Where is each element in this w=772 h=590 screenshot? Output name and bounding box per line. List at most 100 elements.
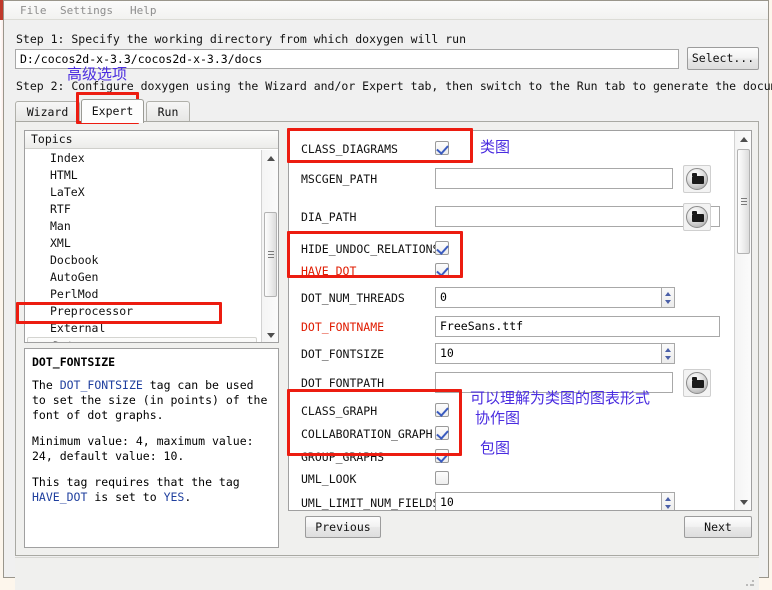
next-button[interactable]: Next xyxy=(684,516,752,538)
spinner-dot-fontsize[interactable] xyxy=(661,343,675,364)
doxywizard-window: File Settings Help Step 1: Specify the w… xyxy=(3,0,772,590)
status-bar xyxy=(15,557,759,590)
topic-item[interactable]: RTF xyxy=(25,201,262,218)
topic-item[interactable]: Docbook xyxy=(25,252,262,269)
setting-row-uml-limit-num-fields: UML_LIMIT_NUM_FIELDS 10 xyxy=(289,489,735,510)
topic-item[interactable]: XML xyxy=(25,235,262,252)
annotation-class-diagram: 类图 xyxy=(480,138,511,156)
spinner-uml-limit-num-fields[interactable] xyxy=(661,492,675,510)
select-directory-button[interactable]: Select... xyxy=(687,47,759,70)
setting-label: CLASS_DIAGRAMS xyxy=(301,142,398,156)
folder-icon xyxy=(686,206,708,228)
annotation-advanced-options: 高级选项 xyxy=(67,65,128,83)
help-p1-keyword: DOT_FONTSIZE xyxy=(59,378,143,392)
spinner-up-icon xyxy=(665,497,671,501)
input-uml-limit-num-fields[interactable]: 10 xyxy=(435,492,674,510)
topic-item[interactable]: PerlMod xyxy=(25,286,262,303)
browse-mscgen-path-button[interactable] xyxy=(683,165,711,193)
setting-row-dot-fontsize: DOT_FONTSIZE 10 xyxy=(289,340,735,368)
setting-row-group-graphs: GROUP_GRAPHS xyxy=(289,447,735,468)
window-content: Step 1: Specify the working directory fr… xyxy=(4,20,772,590)
input-dot-fontsize[interactable]: 10 xyxy=(435,343,674,364)
topic-item[interactable]: Man xyxy=(25,218,262,235)
setting-label: DOT_FONTSIZE xyxy=(301,347,385,361)
spinner-up-icon xyxy=(665,348,671,352)
checkbox-collaboration-graph[interactable] xyxy=(435,426,449,440)
topic-item[interactable]: LaTeX xyxy=(25,184,262,201)
setting-label-modified: DOT_FONTNAME xyxy=(301,320,385,334)
folder-icon xyxy=(686,372,708,394)
step2-label: Step 2: Configure doxygen using the Wiza… xyxy=(16,79,772,93)
scroll-down-icon[interactable] xyxy=(735,494,751,510)
tab-wizard[interactable]: Wizard xyxy=(15,101,80,122)
setting-row-mscgen-path: MSCGEN_PATH xyxy=(289,165,735,193)
menu-settings[interactable]: Settings xyxy=(56,4,117,18)
help-p1-a: The xyxy=(32,378,60,392)
annotation-package-graph: 包图 xyxy=(480,439,511,457)
input-dot-fontname[interactable]: FreeSans.ttf xyxy=(435,316,720,337)
setting-label: HIDE_UNDOC_RELATIONS xyxy=(301,242,440,256)
resize-grip-icon[interactable] xyxy=(745,577,755,587)
previous-button[interactable]: Previous xyxy=(305,516,381,538)
topic-item[interactable]: Preprocessor xyxy=(25,303,262,320)
topic-item[interactable]: External xyxy=(25,320,262,337)
help-p3-keyword: HAVE_DOT xyxy=(32,490,88,504)
checkbox-hide-undoc-relations[interactable] xyxy=(435,241,449,255)
expert-tab-panel: Topics Index HTML LaTeX RTF Man XML Docb… xyxy=(15,121,759,556)
topic-item[interactable]: AutoGen xyxy=(25,269,262,286)
tab-run[interactable]: Run xyxy=(146,101,190,122)
checkbox-class-graph[interactable] xyxy=(435,403,449,417)
browse-dia-path-button[interactable] xyxy=(683,203,711,231)
help-paragraph-2: Minimum value: 4, maximum value: 24, def… xyxy=(32,434,254,463)
checkbox-uml-look[interactable] xyxy=(435,471,449,485)
topic-item[interactable]: HTML xyxy=(25,167,262,184)
menu-file[interactable]: File xyxy=(16,4,51,18)
help-paragraph-3: This tag requires that the tag HAVE_DOT … xyxy=(32,475,271,505)
help-p3-keyword2: YES xyxy=(163,490,185,504)
scroll-up-icon[interactable] xyxy=(735,131,751,147)
setting-label: MSCGEN_PATH xyxy=(301,172,378,186)
setting-row-class-diagrams: CLASS_DIAGRAMS xyxy=(289,135,735,163)
input-mscgen-path[interactable] xyxy=(435,168,673,189)
annotation-collaboration-desc: 可以理解为类图的图表形式 xyxy=(470,389,651,407)
setting-label-modified: HAVE_DOT xyxy=(301,264,357,278)
setting-row-dot-num-threads: DOT_NUM_THREADS 0 xyxy=(289,284,735,312)
spinner-down-icon xyxy=(665,505,671,509)
menu-help[interactable]: Help xyxy=(126,4,161,18)
topics-list[interactable]: Index HTML LaTeX RTF Man XML Docbook Aut… xyxy=(25,150,262,342)
checkbox-group-graphs[interactable] xyxy=(435,449,449,463)
scroll-up-icon[interactable] xyxy=(262,150,278,166)
topic-item-dot[interactable]: Dot xyxy=(27,337,257,342)
setting-label: CLASS_GRAPH xyxy=(301,404,378,418)
topic-item[interactable]: Index xyxy=(25,150,262,167)
menu-bar: File Settings Help xyxy=(4,1,768,20)
checkbox-class-diagrams[interactable] xyxy=(435,141,449,155)
setting-label: UML_LOOK xyxy=(301,472,357,486)
input-dia-path[interactable] xyxy=(435,206,720,227)
browse-dot-fontpath-button[interactable] xyxy=(683,369,711,397)
spinner-dot-num-threads[interactable] xyxy=(661,287,675,308)
step1-label: Step 1: Specify the working directory fr… xyxy=(16,32,467,46)
checkbox-have-dot[interactable] xyxy=(435,263,449,277)
settings-scroll-thumb[interactable] xyxy=(737,149,750,254)
scroll-down-icon[interactable] xyxy=(262,327,278,342)
setting-row-dia-path: DIA_PATH xyxy=(289,203,735,231)
settings-scrollbar[interactable] xyxy=(734,131,751,510)
input-dot-num-threads[interactable]: 0 xyxy=(435,287,674,308)
tab-expert[interactable]: Expert xyxy=(81,99,144,123)
spinner-down-icon xyxy=(665,300,671,304)
help-description-box: DOT_FONTSIZE The DOT_FONTSIZE tag can be… xyxy=(24,348,279,548)
help-p3-b: is set to xyxy=(87,490,164,504)
tab-strip: Wizard Expert Run xyxy=(15,99,759,123)
help-p3-c: . xyxy=(184,490,192,504)
topics-header: Topics xyxy=(25,131,278,149)
topics-scrollbar[interactable] xyxy=(261,150,278,342)
setting-label: GROUP_GRAPHS xyxy=(301,450,385,464)
setting-row-dot-fontname: DOT_FONTNAME FreeSans.ttf xyxy=(289,313,735,341)
topics-scroll-thumb[interactable] xyxy=(264,212,277,297)
setting-label: DIA_PATH xyxy=(301,210,357,224)
help-title: DOT_FONTSIZE xyxy=(32,355,116,369)
spinner-up-icon xyxy=(665,292,671,296)
setting-row-have-dot: HAVE_DOT xyxy=(289,261,735,282)
setting-row-uml-look: UML_LOOK xyxy=(289,469,735,490)
